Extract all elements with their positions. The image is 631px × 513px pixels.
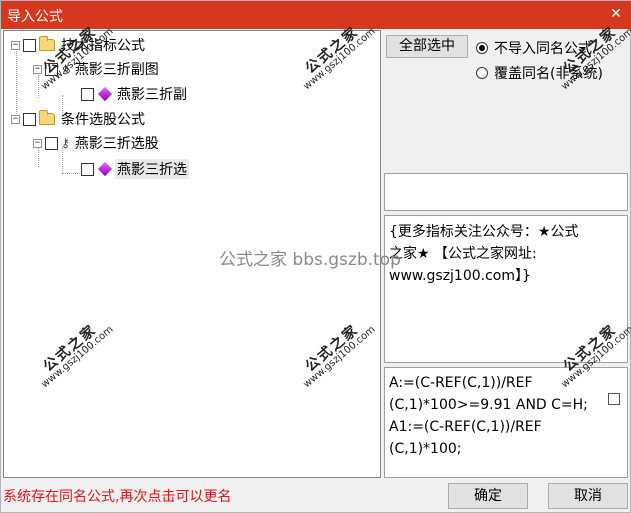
formula-box[interactable]: A:=(C-REF(C,1))/REF (C,1)*100>=9.91 AND …: [384, 367, 628, 478]
gem-icon: [97, 161, 113, 177]
radio-button[interactable]: [476, 67, 488, 79]
description-line: 之家★ 【公式之家网址:: [389, 246, 537, 262]
radio-no-import[interactable]: 不导入同名公式: [476, 38, 592, 58]
key-icon: ⚷: [61, 136, 70, 150]
tree-item-label: 条件选股公式: [61, 112, 145, 128]
collapse-icon[interactable]: −: [33, 64, 42, 74]
cancel-button[interactable]: 取消: [548, 483, 628, 509]
status-message: 系统存在同名公式,再次点击可以更名: [3, 489, 232, 505]
tree-item-label: 燕影三折副图: [74, 62, 159, 78]
folder-icon: [39, 110, 55, 125]
ok-button[interactable]: 确定: [448, 483, 528, 509]
tree-item-yanying-sub[interactable]: 燕影三折副: [81, 83, 189, 105]
key-icon: ⚷: [61, 62, 70, 76]
title-bar: 导入公式 ✕: [1, 1, 631, 29]
tree-item-yanying-selection[interactable]: − ⚷ 燕影三折选股: [33, 132, 161, 154]
radio-label: 不导入同名公式: [494, 41, 592, 57]
folder-icon: [39, 36, 55, 51]
select-all-button[interactable]: 全部选中: [386, 35, 468, 58]
checkbox[interactable]: [23, 112, 36, 126]
checkbox[interactable]: [81, 87, 94, 101]
description-box[interactable]: {更多指标关注公众号：★公式 之家★ 【公式之家网址: www.gszj100.…: [384, 215, 628, 363]
checkbox[interactable]: [45, 136, 58, 150]
description-line: www.gszj100.com】}: [389, 268, 531, 284]
collapse-icon[interactable]: −: [11, 40, 20, 50]
tree-item-label: 燕影三折选: [115, 159, 189, 179]
window-title: 导入公式: [7, 9, 63, 25]
tree-item-yanying-subchart[interactable]: − ⚷ 燕影三折副图: [33, 58, 161, 80]
checkbox[interactable]: [23, 38, 36, 52]
center-watermark: 公式之家 bbs.gszb.top: [219, 250, 401, 270]
checkbox[interactable]: [45, 62, 58, 76]
import-formula-dialog: 导入公式 ✕ − 技术指标公式 − ⚷ 燕影三折副图 燕影三折副 − 条件选股公…: [0, 0, 631, 513]
tree-guide-line: [62, 173, 82, 174]
radio-button[interactable]: [476, 42, 488, 54]
tree-item-yanying-select[interactable]: 燕影三折选: [81, 158, 189, 180]
close-icon[interactable]: ✕: [608, 4, 624, 24]
radio-label: 覆盖同名(非系统): [494, 66, 603, 82]
collapse-icon[interactable]: −: [11, 114, 20, 124]
checkbox[interactable]: [608, 393, 620, 405]
tree-item-technical-indicators[interactable]: − 技术指标公式: [11, 34, 147, 56]
radio-overwrite[interactable]: 覆盖同名(非系统): [476, 63, 603, 83]
description-line: {更多指标关注公众号：★公式: [389, 224, 579, 240]
tree-item-stock-selection[interactable]: − 条件选股公式: [11, 108, 147, 130]
tree-item-label: 燕影三折副: [117, 87, 187, 103]
collapse-icon[interactable]: −: [33, 138, 42, 148]
tree-item-label: 燕影三折选股: [74, 136, 159, 152]
gem-icon: [97, 86, 113, 102]
checkbox[interactable]: [81, 162, 94, 176]
rename-field[interactable]: [384, 173, 628, 211]
tree-item-label: 技术指标公式: [61, 38, 145, 54]
formula-code: A:=(C-REF(C,1))/REF (C,1)*100>=9.91 AND …: [389, 375, 588, 457]
